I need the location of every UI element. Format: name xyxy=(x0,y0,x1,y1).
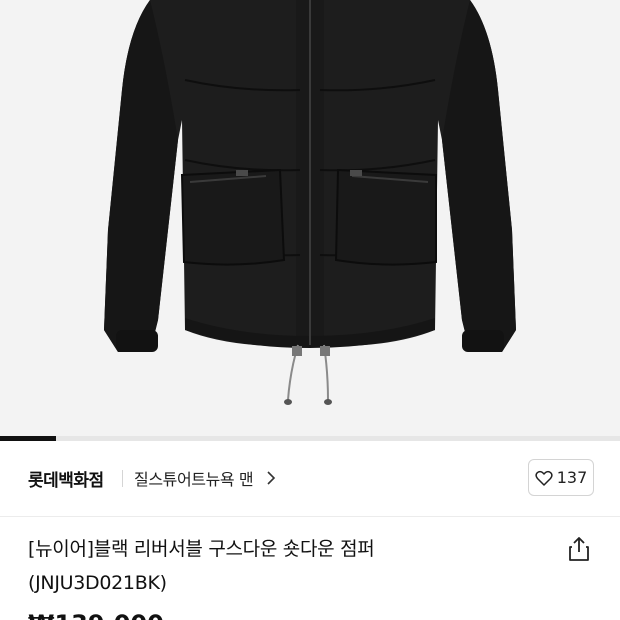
brand-link-label: 질스튜어트뉴욕 맨 xyxy=(134,470,254,489)
store-divider xyxy=(122,470,123,487)
heart-icon xyxy=(535,470,553,486)
like-button[interactable]: 137 xyxy=(528,459,594,496)
product-price: ₩139,000 xyxy=(28,610,164,620)
brand-link[interactable]: 질스튜어트뉴욕 맨 xyxy=(134,466,277,490)
product-image[interactable] xyxy=(0,0,620,436)
like-count: 137 xyxy=(556,468,588,487)
store-name[interactable]: 롯데백화점 xyxy=(28,466,104,491)
product-title: [뉴이어]블랙 리버서블 구스다운 숏다운 점퍼 (JNJU3D021BK) xyxy=(28,532,548,600)
store-row: 롯데백화점 질스튜어트뉴욕 맨 137 xyxy=(0,441,620,517)
chevron-right-icon xyxy=(267,471,276,485)
product-detail-page: 롯데백화점 질스튜어트뉴욕 맨 137 [뉴이어]블랙 리버서블 구스다운 숏다… xyxy=(0,0,620,620)
jacket-image xyxy=(104,0,516,405)
share-icon[interactable] xyxy=(566,536,592,562)
product-title-line2: (JNJU3D021BK) xyxy=(28,572,167,594)
product-title-line1: [뉴이어]블랙 리버서블 구스다운 숏다운 점퍼 xyxy=(28,538,375,560)
